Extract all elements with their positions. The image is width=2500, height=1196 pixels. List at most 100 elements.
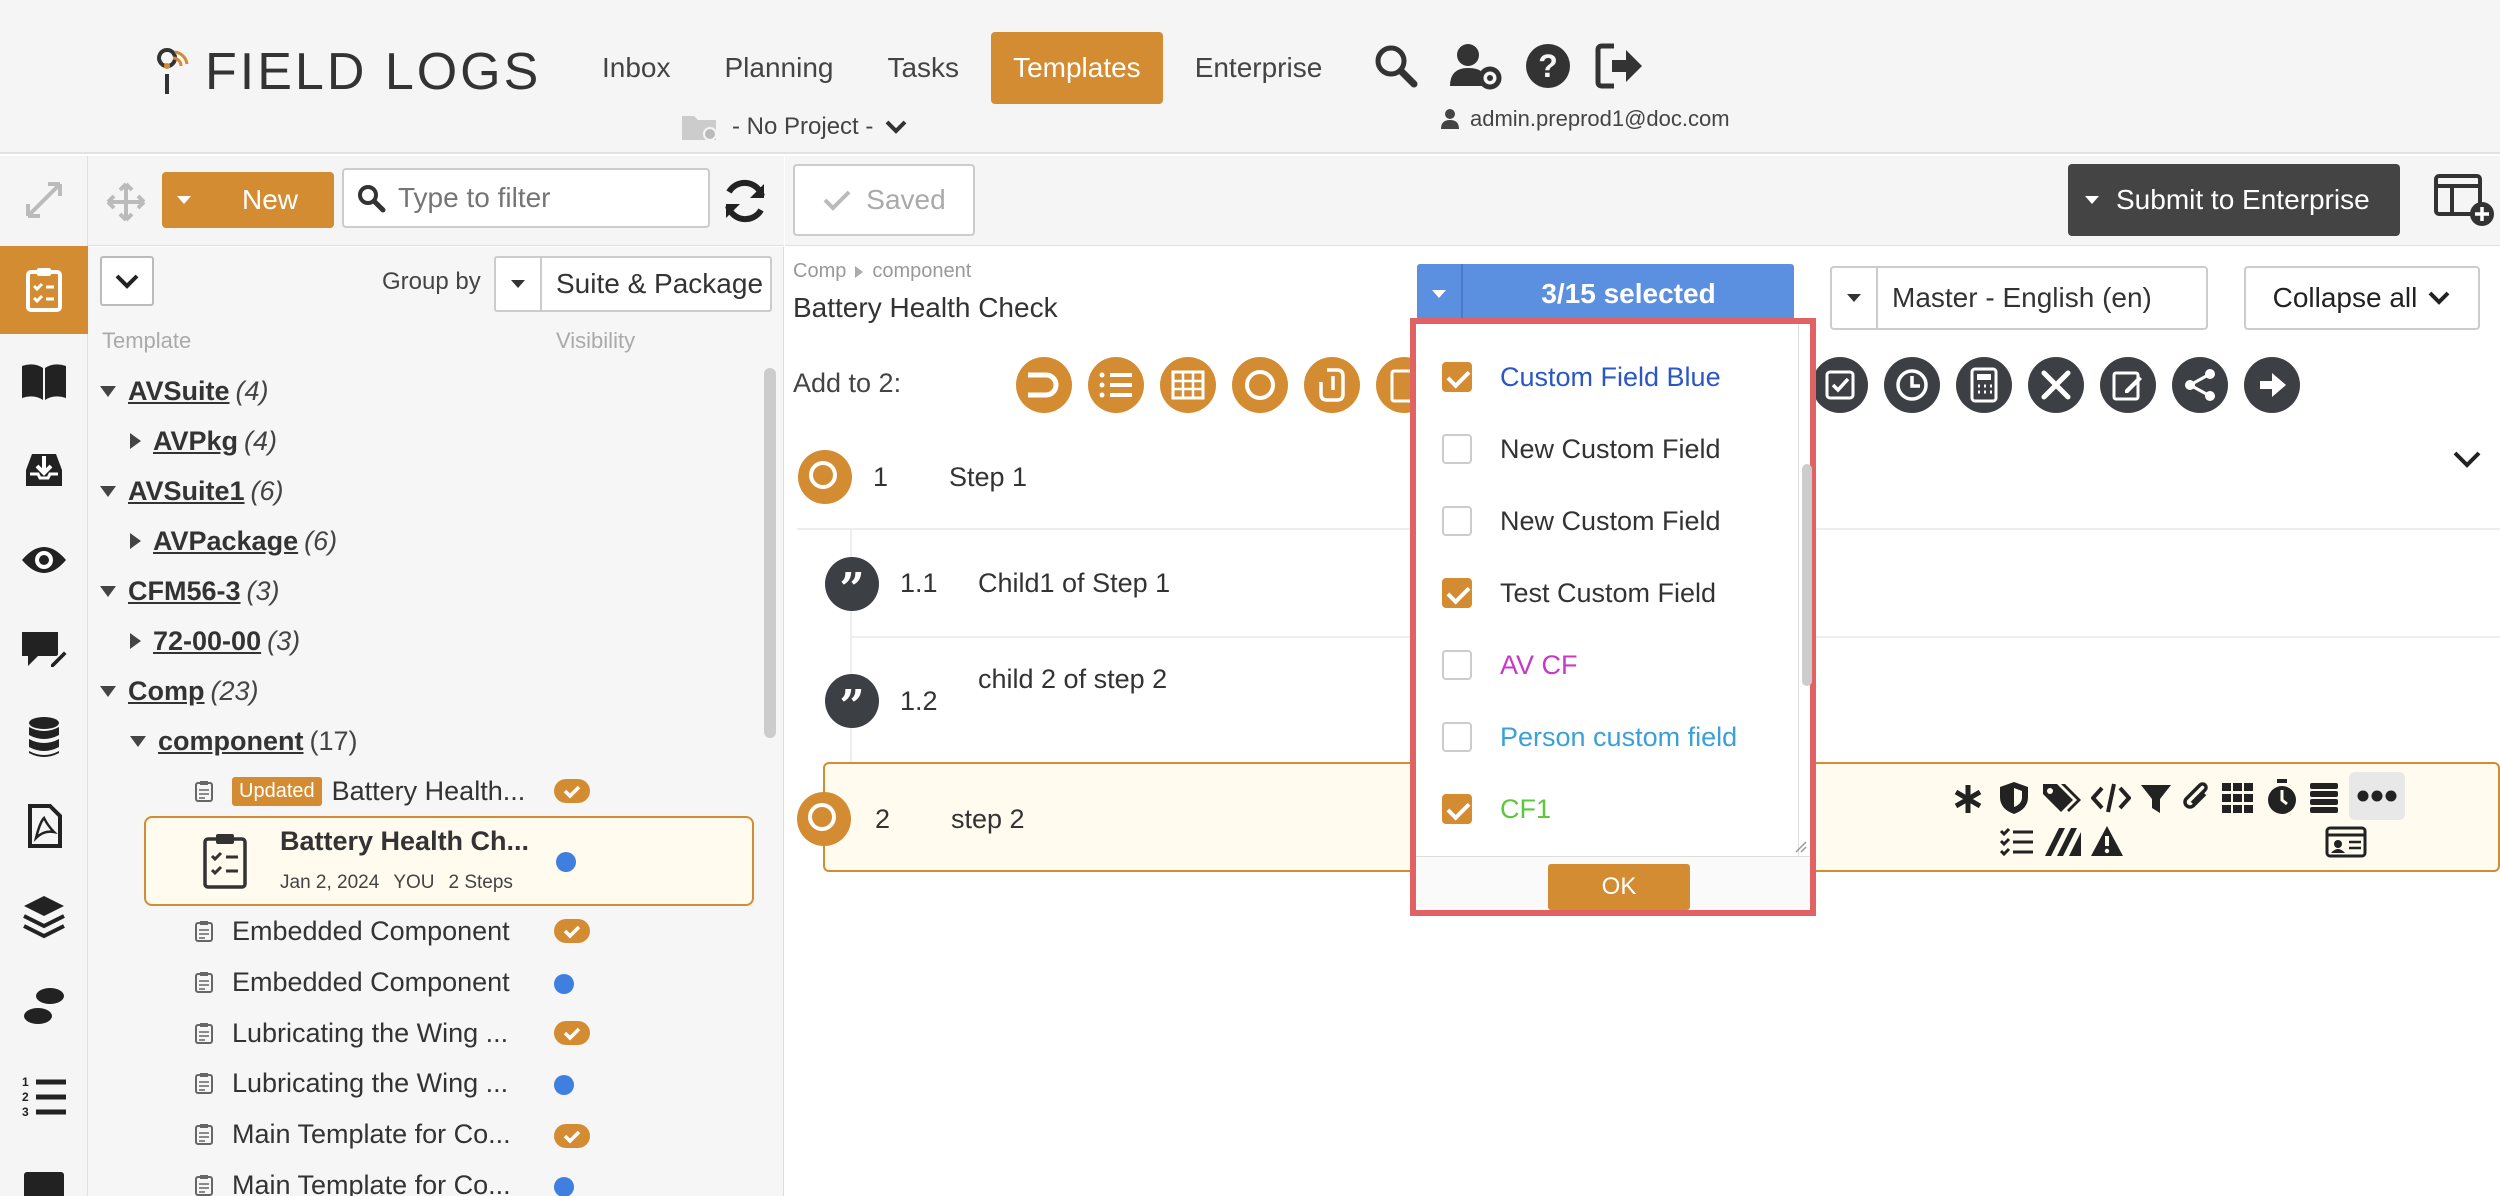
refresh-icon[interactable] — [720, 176, 770, 226]
language-select[interactable]: Master - English (en) — [1830, 266, 2208, 330]
tree-node-72-00-00[interactable]: 72-00-00 (3) — [130, 619, 300, 663]
template-item[interactable]: Embedded Component — [194, 909, 510, 953]
project-selector[interactable]: - No Project - — [680, 112, 907, 142]
custom-field-option[interactable]: Person custom field — [1442, 712, 1737, 762]
step-text[interactable]: child 2 of step 2 — [978, 664, 1167, 695]
user-info[interactable]: admin.preprod1@doc.com — [1440, 106, 1730, 132]
layers-icon[interactable] — [20, 892, 68, 940]
checkbox-unchecked[interactable] — [1442, 506, 1472, 536]
group-by-select[interactable]: Suite & Package — [494, 256, 772, 312]
expand-icon[interactable] — [20, 176, 68, 224]
nav-enterprise[interactable]: Enterprise — [1173, 32, 1345, 104]
tree-node-avsuite1[interactable]: AVSuite1 (6) — [100, 469, 284, 513]
add-table-icon[interactable] — [1160, 357, 1216, 413]
grid-icon[interactable] — [2221, 782, 2255, 814]
breadcrumb-item[interactable]: component — [872, 260, 971, 283]
custom-fields-select[interactable]: 3/15 selected — [1417, 264, 1794, 324]
warning-icon[interactable] — [2089, 824, 2125, 858]
inbox-download-icon[interactable] — [20, 446, 68, 494]
database-icon[interactable] — [20, 714, 68, 762]
expand-caret-icon[interactable] — [130, 433, 141, 449]
dropdown-scroll-thumb[interactable] — [1802, 464, 1812, 686]
add-panel-icon[interactable] — [2432, 172, 2496, 228]
template-item[interactable]: Embedded Component — [194, 960, 510, 1004]
eye-icon[interactable] — [20, 536, 68, 584]
help-icon[interactable]: ? — [1522, 40, 1574, 92]
filter-input[interactable] — [398, 182, 698, 214]
new-template-button[interactable]: New — [162, 172, 334, 228]
add-list-icon[interactable] — [1088, 357, 1144, 413]
clipboard-checklist-icon[interactable] — [20, 266, 68, 314]
logout-icon[interactable] — [1594, 40, 1646, 92]
tags-icon[interactable] — [2041, 780, 2083, 816]
custom-field-option[interactable]: Test Custom Field — [1442, 568, 1716, 618]
custom-field-option[interactable]: AV CF — [1442, 640, 1578, 690]
tree-node-comp[interactable]: Comp (23) — [100, 669, 259, 713]
saved-button[interactable]: Saved — [793, 164, 975, 236]
filter-icon[interactable] — [2139, 782, 2173, 816]
pdf-file-icon[interactable] — [20, 802, 68, 850]
nav-planning[interactable]: Planning — [703, 32, 856, 104]
code-icon[interactable] — [2091, 782, 2131, 814]
resize-grip-icon[interactable] — [1794, 840, 1808, 854]
custom-field-option[interactable]: Custom Field Blue — [1442, 352, 1721, 402]
search-icon[interactable] — [1370, 40, 1422, 92]
template-filter[interactable] — [342, 168, 710, 228]
nav-templates[interactable]: Templates — [991, 32, 1163, 104]
id-card-icon[interactable] — [2325, 826, 2367, 858]
step-text[interactable]: Step 1 — [949, 462, 1027, 493]
book-icon[interactable] — [20, 358, 68, 406]
expand-caret-icon[interactable] — [100, 585, 116, 597]
user-settings-icon[interactable] — [1448, 40, 1504, 92]
step-circle-icon[interactable] — [797, 792, 851, 846]
more-options-button[interactable] — [2349, 772, 2405, 820]
custom-field-option[interactable]: New Custom Field — [1442, 496, 1721, 546]
collapse-all-button[interactable]: Collapse all — [2244, 266, 2480, 330]
add-step-icon[interactable] — [1016, 357, 1072, 413]
shield-icon[interactable] — [1997, 780, 2031, 816]
checkbox-tool-icon[interactable] — [1812, 357, 1868, 413]
checklist-icon[interactable] — [1999, 826, 2035, 858]
footsteps-icon[interactable] — [20, 982, 68, 1030]
checkbox-unchecked[interactable] — [1442, 650, 1472, 680]
expand-caret-icon[interactable] — [130, 735, 146, 747]
checkbox-unchecked[interactable] — [1442, 722, 1472, 752]
custom-field-option[interactable]: New Custom Field — [1442, 424, 1721, 474]
checkbox-checked[interactable] — [1442, 578, 1472, 608]
checkbox-checked[interactable] — [1442, 794, 1472, 824]
calculator-icon[interactable] — [1956, 357, 2012, 413]
template-item[interactable]: Updated Battery Health... — [194, 769, 525, 813]
template-item[interactable]: Main Template for Co... — [194, 1112, 511, 1156]
tree-node-avpkg[interactable]: AVPkg (4) — [130, 419, 277, 463]
submit-to-enterprise-button[interactable]: Submit to Enterprise — [2068, 164, 2400, 236]
signal-ramp-icon[interactable] — [2043, 826, 2083, 858]
checkbox-checked[interactable] — [1442, 362, 1472, 392]
chevron-down-icon[interactable] — [2449, 444, 2485, 474]
share-icon[interactable] — [2172, 357, 2228, 413]
move-icon[interactable] — [104, 180, 148, 224]
selected-template-card[interactable]: Battery Health Ch... Jan 2, 2024 YOU 2 S… — [144, 816, 754, 906]
add-circle-step-icon[interactable] — [1232, 357, 1288, 413]
edit-form-icon[interactable] — [2100, 357, 2156, 413]
comment-edit-icon[interactable] — [20, 626, 68, 674]
tree-node-cfm56-3[interactable]: CFM56-3 (3) — [100, 569, 280, 613]
required-asterisk-icon[interactable] — [1951, 782, 1985, 816]
tree-node-avsuite[interactable]: AVSuite (4) — [100, 369, 269, 413]
stopwatch-icon[interactable] — [2265, 778, 2299, 816]
nav-inbox[interactable]: Inbox — [580, 32, 693, 104]
template-item[interactable]: Lubricating the Wing ... — [194, 1011, 508, 1055]
step-circle-icon[interactable] — [798, 450, 852, 504]
tree-node-avpackage[interactable]: AVPackage (6) — [130, 519, 337, 563]
ok-button[interactable]: OK — [1548, 864, 1690, 910]
expand-caret-icon[interactable] — [100, 685, 116, 697]
nav-tasks[interactable]: Tasks — [865, 32, 981, 104]
expand-caret-icon[interactable] — [100, 385, 116, 397]
clock-icon[interactable] — [1884, 357, 1940, 413]
app-logo[interactable]: FIELD LOGS — [155, 42, 541, 102]
tree-collapse-dropdown[interactable] — [100, 256, 154, 306]
expand-caret-icon[interactable] — [130, 533, 141, 549]
template-item[interactable]: Main Template for Co... — [194, 1163, 511, 1196]
expand-caret-icon[interactable] — [130, 633, 141, 649]
stack-icon[interactable] — [2309, 782, 2339, 814]
numbered-list-icon[interactable]: 1 2 3 — [20, 1072, 68, 1120]
